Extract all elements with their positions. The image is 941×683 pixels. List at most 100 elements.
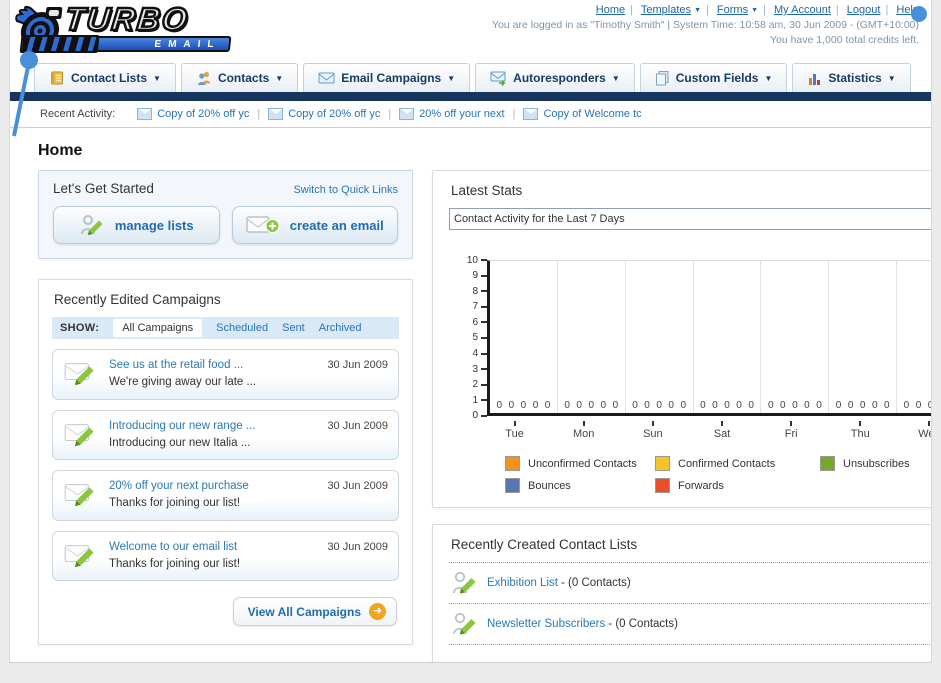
divider: | [388,108,392,120]
filter-scheduled[interactable]: Scheduled [216,322,268,334]
chart-x-label: Sat [687,421,756,440]
contacts-icon [197,71,211,85]
recent-contact-lists-panel: Recently Created Contact Lists Exhibitio… [432,524,931,662]
filter-archived[interactable]: Archived [319,322,362,334]
latest-stats-panel: Latest Stats Contact Activity for the La… [432,170,931,508]
chart-x-label: Thu [826,421,895,440]
tab-label: Contact Lists [71,71,148,85]
campaign-date: 30 Jun 2009 [327,359,388,371]
tab-statistics[interactable]: Statistics ▼ [792,63,911,92]
campaigns-filter-bar: SHOW: All Campaigns Scheduled Sent Archi… [52,317,399,339]
get-started-title: Let's Get Started [53,181,154,196]
contact-lists-panel-title: Recently Created Contact Lists [451,537,638,552]
envelope-icon [523,108,539,120]
chart-value-label: 0 [632,400,638,411]
y-axis-tick-label: 6 [472,316,478,328]
recent-activity-item[interactable]: Copy of Welcome tc [523,108,642,120]
chart-value-label: 0 [780,400,786,411]
right-column: Latest Stats Contact Activity for the La… [432,170,931,662]
email-edit-icon [64,363,94,386]
contact-list-row[interactable]: Exhibition List - (0 Contacts) [449,563,931,604]
tab-custom-fields[interactable]: Custom Fields ▼ [639,63,788,92]
list-edit-icon [453,612,476,635]
legend-label: Forwards [678,479,724,492]
chevron-down-icon: ▼ [275,73,284,83]
chart-day-column: 00000 [828,261,896,413]
chart-value-label: 0 [544,400,551,411]
header-right: Home | Templates ▼ | Forms ▼ | My Account | … [492,4,927,46]
chart-value-label: 0 [520,400,527,411]
navy-divider-bar [10,92,931,101]
left-column: Let's Get Started Switch to Quick Links … [38,170,413,645]
recent-activity-item[interactable]: Copy of 20% off yc [268,108,380,120]
header-link-home[interactable]: Home [596,4,625,16]
header-link-my-account[interactable]: My Account [774,4,831,16]
main-nav-tabs: Contact Lists ▼ Contacts ▼ Email Campaig… [10,62,931,92]
manage-lists-button[interactable]: manage lists [53,206,220,244]
y-axis-tick-label: 10 [466,254,478,266]
filter-sent[interactable]: Sent [282,322,305,334]
contact-list-count: - (0 Contacts) [608,618,678,630]
tab-autoresponders[interactable]: Autoresponders ▼ [475,63,635,92]
chart-x-label: Fri [757,421,826,440]
campaign-row[interactable]: 20% off your next purchase Thanks for jo… [52,470,399,521]
legend-swatch [655,456,670,471]
legend-swatch [655,478,670,493]
create-email-icon [246,216,280,233]
y-axis-tick-label: 2 [472,379,478,391]
chart-value-label: 0 [680,400,687,411]
view-all-campaigns-button[interactable]: View All Campaigns ➜ [232,597,397,626]
divider: | [885,4,889,16]
switch-to-quick-links-link[interactable]: Switch to Quick Links [293,184,398,196]
chart-value-label: 0 [656,400,662,411]
contact-list-name[interactable]: Newsletter Subscribers [487,618,605,630]
campaign-date: 30 Jun 2009 [327,419,388,432]
divider: | [835,4,839,16]
chart-day-column: 00000 [692,261,761,413]
chart-day-column: 00000 [490,261,557,413]
show-label: SHOW: [60,322,100,334]
chart-value-label: 0 [700,400,706,411]
stats-panel-title: Latest Stats [451,183,523,198]
contact-list-name[interactable]: Exhibition List [487,577,558,589]
email-edit-icon [64,423,94,446]
y-axis-tick-label: 5 [472,332,478,344]
campaign-row[interactable]: See us at the retail food ... We're givi… [52,349,399,400]
chart-value-label: 0 [792,400,798,411]
create-email-button[interactable]: create an email [231,206,398,244]
chevron-down-icon: ▼ [153,73,161,83]
campaign-title[interactable]: See us at the retail food ... [109,357,317,374]
header-link-templates[interactable]: Templates [641,4,691,16]
y-axis-tick-label: 4 [472,348,478,360]
chart-y-axis: 10 9 8 7 6 5 4 3 2 1 0 [459,255,487,421]
envelope-icon [399,108,415,120]
header-link-logout[interactable]: Logout [847,4,881,16]
filter-all-campaigns[interactable]: All Campaigns [113,319,203,337]
view-all-campaigns-label: View All Campaigns [247,604,361,619]
chart-x-labels: TueMonSunSatFriThuWed [480,421,931,440]
chart-value-label: 0 [767,400,774,411]
chart-value-label: 0 [884,400,890,411]
arrow-right-icon: ➜ [369,603,386,620]
chevron-down-icon: ▼ [447,73,456,83]
campaign-row[interactable]: Welcome to our email list Thanks for joi… [52,530,399,581]
campaign-title[interactable]: Welcome to our email list [109,539,317,556]
chart-value-label: 0 [816,400,822,411]
tab-email-campaigns[interactable]: Email Campaigns ▼ [303,63,471,92]
campaign-title[interactable]: Introducing our new range ... [109,418,317,435]
recent-activity-item[interactable]: Copy of 20% off yc [137,108,249,120]
stats-period-select[interactable]: Contact Activity for the Last 7 Days [449,208,931,230]
recent-activity-item[interactable]: 20% off your next [399,108,505,120]
top-header: TURBO EMAIL Home | Templates ▼ | Forms ▼ | … [10,0,931,62]
header-link-forms[interactable]: Forms [717,4,748,16]
legend-swatch [505,456,520,471]
list-edit-icon [453,571,476,594]
contact-activity-chart: 10 9 8 7 6 5 4 3 2 1 0 000000000000000000000000000… [449,255,931,421]
chart-legend: Unconfirmed Contacts Confirmed Contacts … [505,456,931,493]
campaign-row[interactable]: Introducing our new range ... Introducin… [52,409,399,460]
turbo-email-logo: TURBO EMAIL [11,0,257,58]
tab-contact-lists[interactable]: Contact Lists ▼ [34,63,176,92]
tab-contacts[interactable]: Contacts ▼ [180,63,299,92]
contact-list-row[interactable]: Newsletter Subscribers - (0 Contacts) [449,604,931,645]
campaign-title[interactable]: 20% off your next purchase [109,478,317,495]
